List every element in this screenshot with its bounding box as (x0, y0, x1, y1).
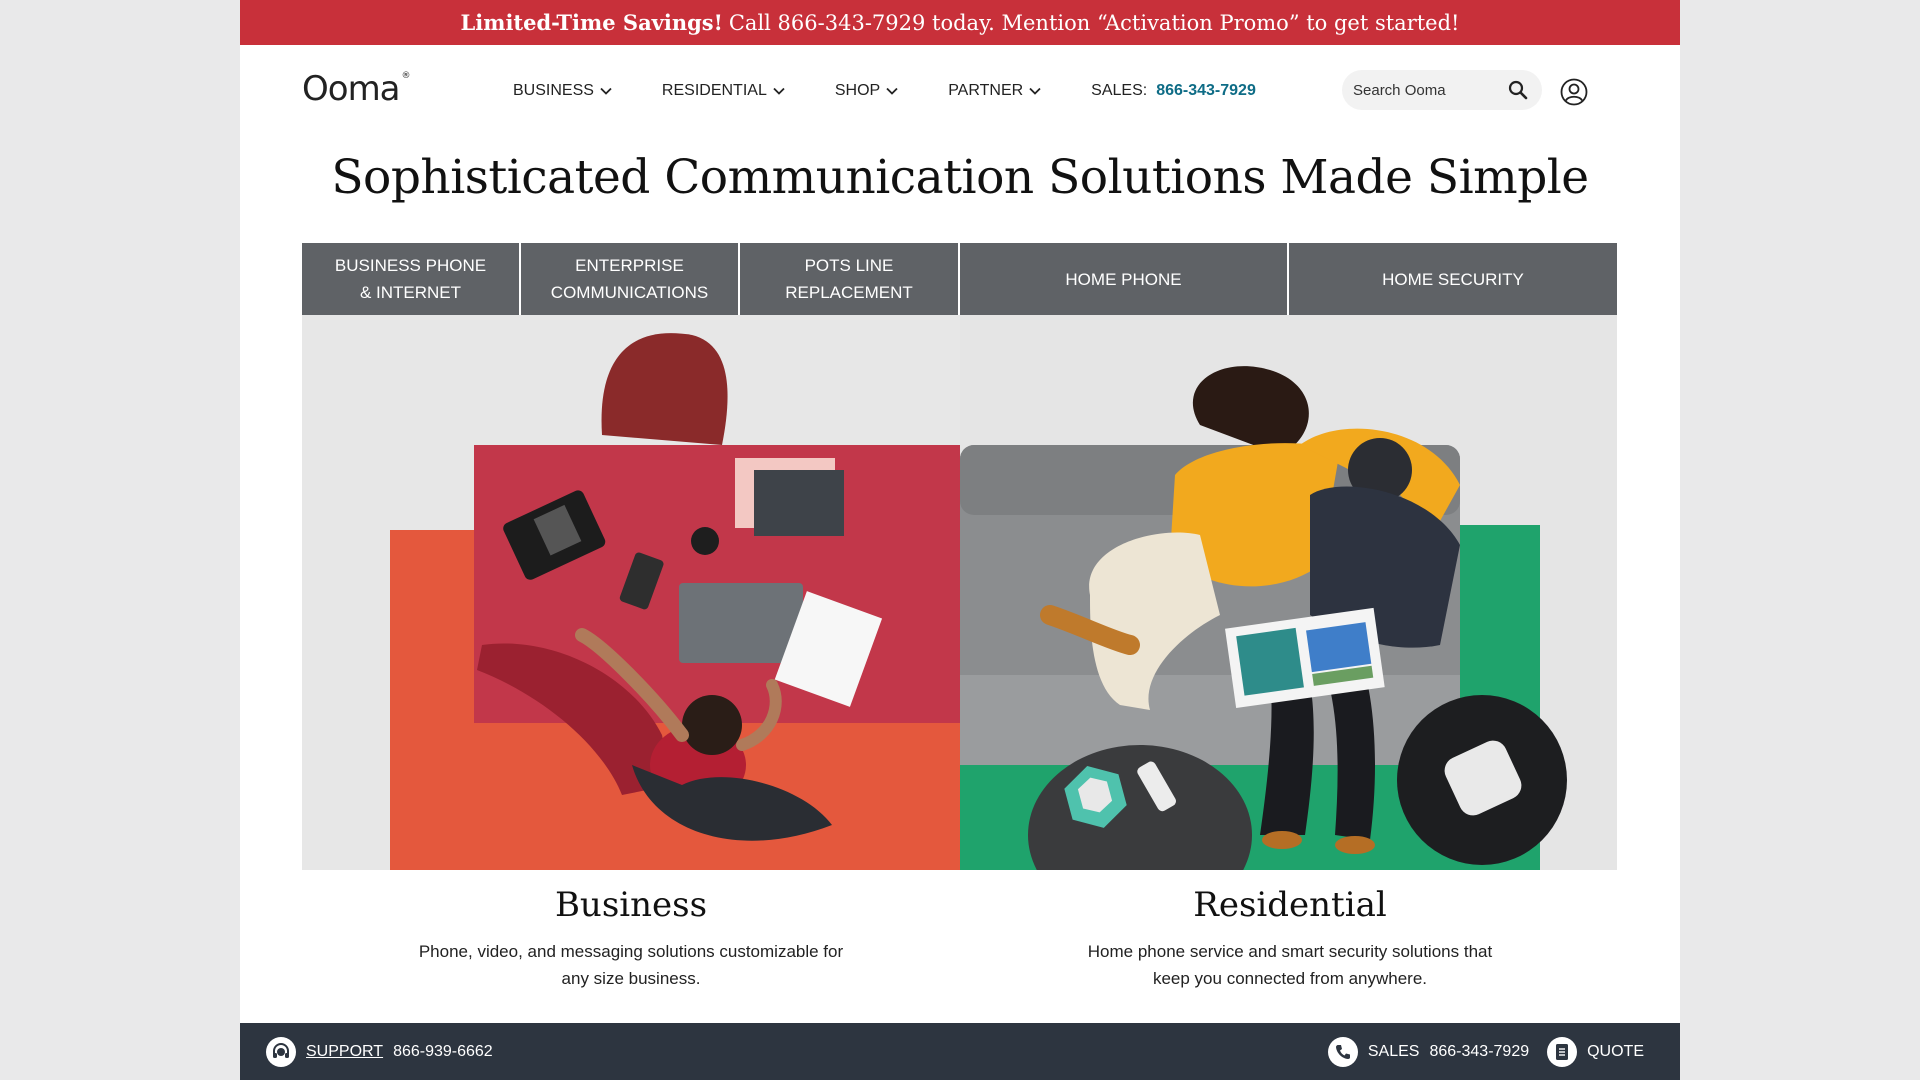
tab-home-phone[interactable]: HOME PHONE (960, 243, 1289, 315)
site-header: Ooma ® BUSINESS RESIDENTIAL SHOP PARTNER … (240, 45, 1680, 135)
chevron-down-icon (1029, 87, 1041, 95)
search-icon[interactable] (1508, 80, 1528, 100)
business-title[interactable]: Business (374, 885, 888, 925)
nav-partner-label: PARTNER (948, 82, 1024, 99)
tab-pots-line-replacement[interactable]: POTS LINE REPLACEMENT (740, 243, 960, 315)
sales-quote-contact: SALES 866-343-7929 QUOTE (1327, 1036, 1644, 1067)
chevron-down-icon (773, 87, 785, 95)
nav-shop-label: SHOP (834, 82, 881, 99)
headset-icon (266, 1036, 296, 1067)
nav-residential[interactable]: RESIDENTIAL (662, 82, 785, 100)
business-illustration (302, 315, 960, 870)
header-sales-number-link[interactable]: 866-343-7929 (1156, 82, 1256, 100)
sales-number[interactable]: 866-343-7929 (1429, 1043, 1529, 1061)
residential-title[interactable]: Residential (1040, 885, 1540, 925)
promo-bold-text: Limited-Time Savings! (460, 10, 723, 35)
support-number[interactable]: 866-939-6662 (393, 1043, 493, 1061)
chevron-down-icon (600, 87, 612, 95)
quote-link[interactable]: QUOTE (1587, 1043, 1644, 1061)
business-section: Business Phone, video, and messaging sol… (374, 885, 888, 992)
residential-description: Home phone service and smart security so… (1087, 942, 1493, 988)
residential-section: Residential Home phone service and smart… (1040, 885, 1540, 992)
business-image[interactable] (302, 315, 960, 870)
search-input[interactable] (1353, 81, 1493, 99)
ooma-logo[interactable]: Ooma ® (302, 69, 411, 109)
chevron-down-icon (886, 87, 898, 95)
nav-business[interactable]: BUSINESS (513, 82, 612, 100)
support-link[interactable]: SUPPORT (306, 1043, 383, 1061)
promo-text: Call 866-343-7929 today. Mention “Activa… (728, 10, 1460, 35)
business-description: Phone, video, and messaging solutions cu… (418, 942, 844, 988)
search-box (1342, 70, 1542, 110)
residential-illustration (960, 315, 1617, 870)
user-icon[interactable] (1560, 78, 1588, 106)
nav-business-label: BUSINESS (513, 82, 594, 99)
nav-partner[interactable]: PARTNER (948, 82, 1041, 100)
page: Limited-Time Savings! Call 866-343-7929 … (240, 0, 1680, 1080)
nav-shop[interactable]: SHOP (835, 82, 898, 100)
sticky-contact-bar: SUPPORT 866-939-6662 SALES 866-343-7929 … (240, 1023, 1680, 1080)
tab-enterprise-communications[interactable]: ENTERPRISE COMMUNICATIONS (521, 243, 740, 315)
header-sales-label: SALES: (1091, 82, 1148, 99)
page-title: Sophisticated Communication Solutions Ma… (331, 150, 1589, 205)
sales-label[interactable]: SALES (1368, 1043, 1420, 1061)
residential-image[interactable] (960, 315, 1617, 870)
nav-residential-label: RESIDENTIAL (661, 82, 767, 99)
hero-images (302, 315, 1617, 870)
category-tabs: BUSINESS PHONE & INTERNET ENTERPRISE COMMU… (302, 243, 1617, 315)
support-contact: SUPPORT 866-939-6662 (266, 1036, 493, 1067)
document-icon (1547, 1036, 1578, 1067)
phone-icon (1327, 1036, 1358, 1067)
tab-home-security[interactable]: HOME SECURITY (1289, 243, 1617, 315)
main-nav: BUSINESS RESIDENTIAL SHOP PARTNER SALES:… (513, 82, 1256, 100)
promo-banner[interactable]: Limited-Time Savings! Call 866-343-7929 … (240, 0, 1680, 45)
tab-business-phone-internet[interactable]: BUSINESS PHONE & INTERNET (302, 243, 521, 315)
